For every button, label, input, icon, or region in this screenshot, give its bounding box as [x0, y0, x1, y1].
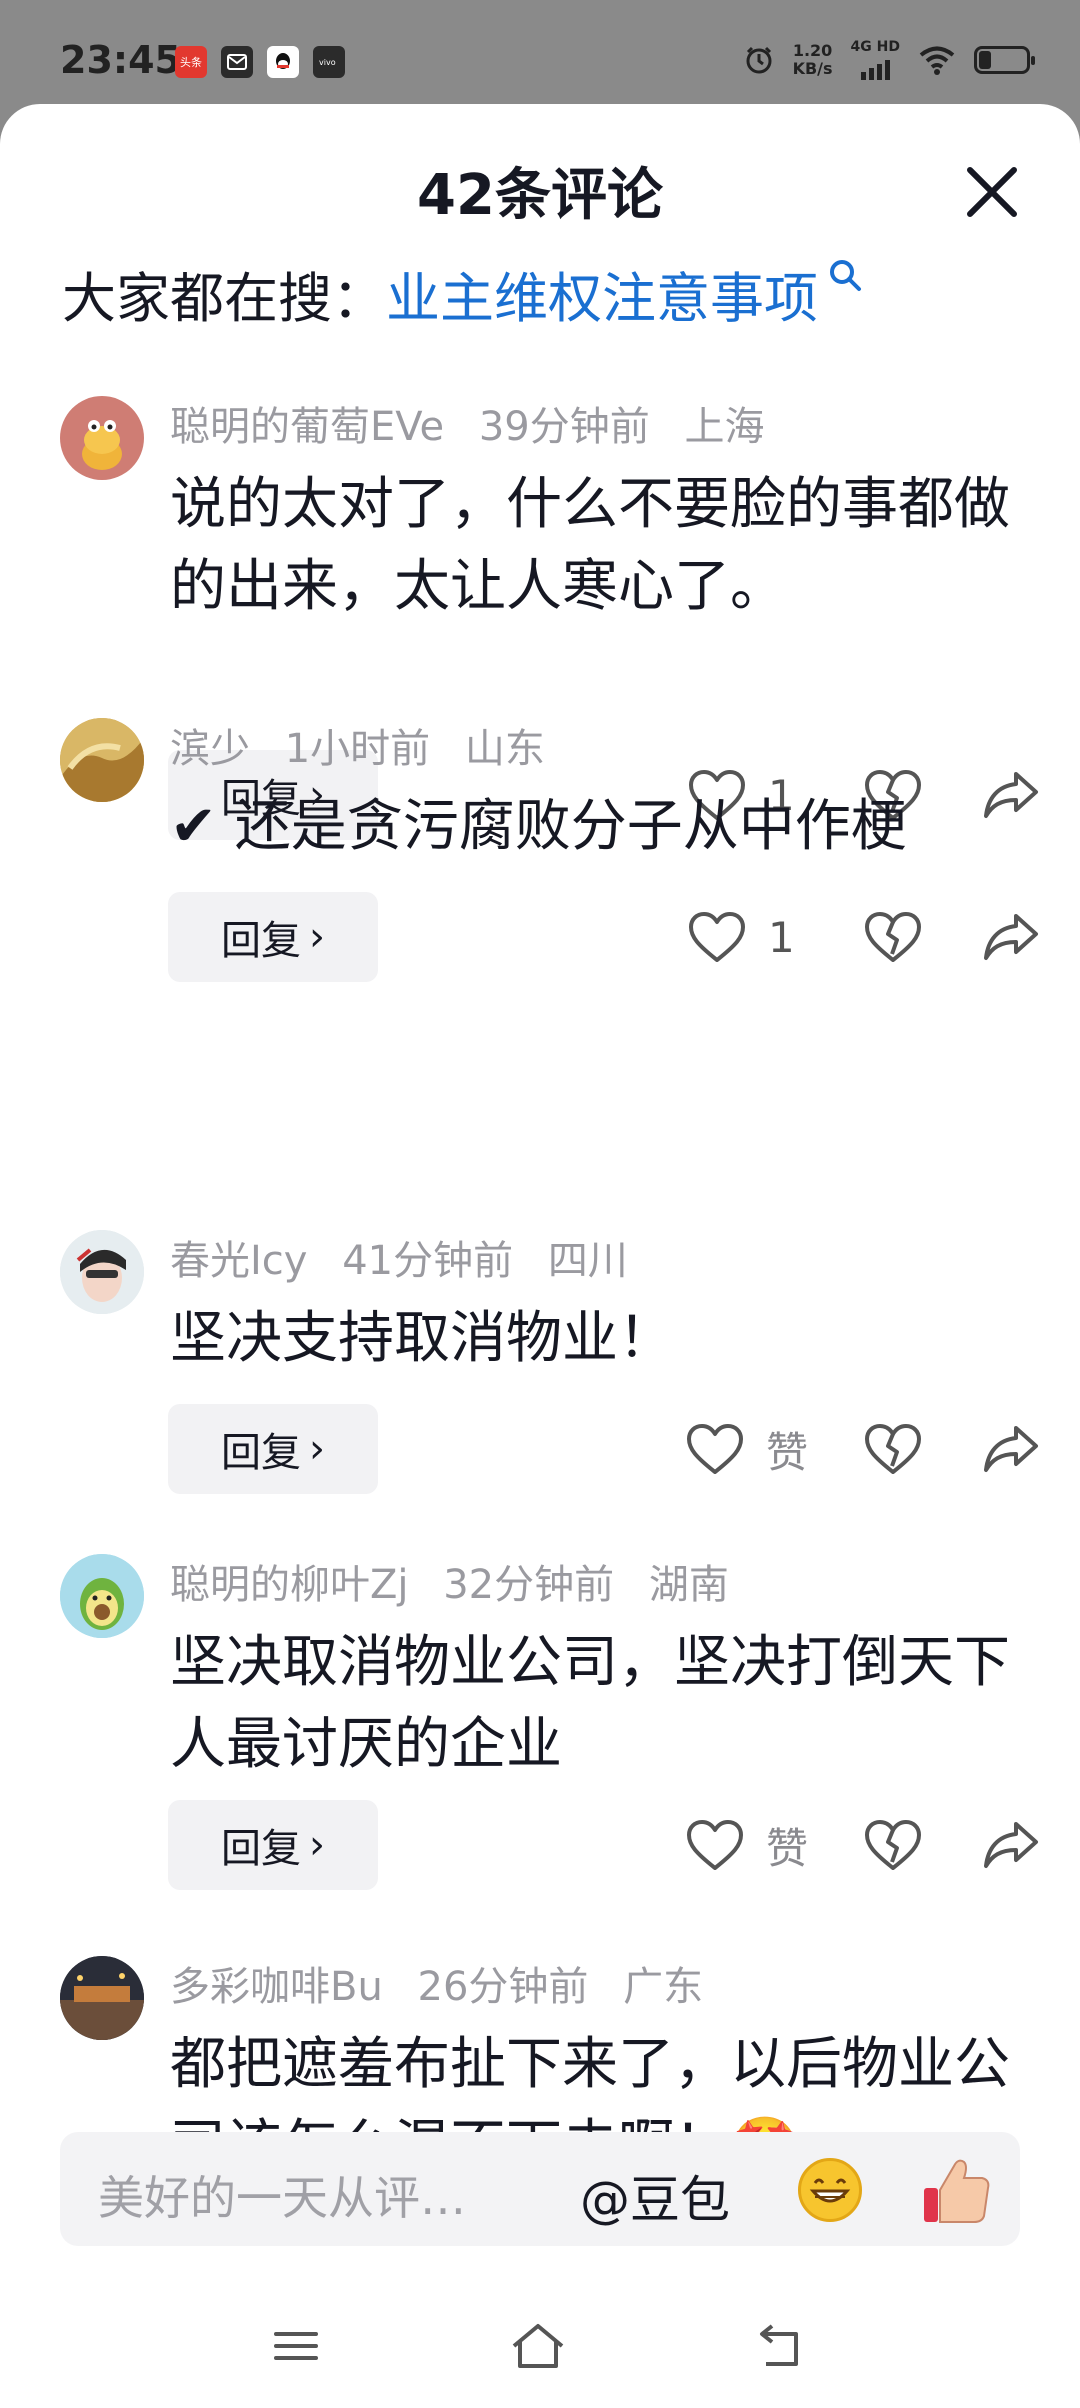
share-icon[interactable]	[982, 1424, 1040, 1474]
back-icon[interactable]	[752, 2320, 808, 2372]
comment-text[interactable]: 坚决取消物业公司，坚决打倒天下人最讨厌的企业	[170, 1622, 1010, 1786]
net-speed-unit: KB/s	[792, 59, 833, 78]
comment-meta: 聪明的葡萄EVe 39分钟前 上海	[170, 394, 786, 452]
like-count: 1	[768, 912, 795, 962]
share-icon[interactable]	[982, 912, 1040, 962]
comment-username[interactable]: 多彩咖啡Bu	[170, 1964, 383, 2010]
alarm-icon	[746, 46, 772, 74]
thumbs-up-icon[interactable]	[918, 2152, 998, 2228]
like-button[interactable]: 1	[688, 910, 808, 964]
comment-sheet: 42条评论 大家都在搜： 业主维权注意事项 聪明的葡萄EVe 39分钟前 上海 …	[0, 104, 1080, 2408]
comment-time: 39分钟前	[478, 404, 650, 450]
share-icon[interactable]	[982, 1820, 1040, 1870]
avatar[interactable]	[60, 1554, 144, 1638]
net-speed: 1.20 KB/s	[793, 42, 833, 78]
qq-icon	[267, 46, 299, 78]
chevron-right-icon: ›	[309, 914, 325, 960]
vivo-icon: vivo	[313, 46, 345, 78]
svg-text:vivo: vivo	[319, 58, 336, 67]
reply-label: 回复	[221, 1430, 301, 1476]
avatar[interactable]	[60, 1956, 144, 2040]
broken-heart-icon[interactable]	[864, 1818, 922, 1872]
comment-text[interactable]: ✔ 还是贪污腐败分子从中作梗	[170, 786, 1010, 868]
reply-label: 回复	[221, 1826, 301, 1872]
like-button[interactable]: 赞	[686, 1815, 808, 1876]
search-icon[interactable]	[826, 256, 866, 296]
grinning-emoji-icon[interactable]	[798, 2158, 862, 2222]
comment-input-placeholder[interactable]: 美好的一天从评…	[98, 2162, 466, 2228]
comment-actions: 1	[688, 892, 1040, 982]
status-app-icons: 头条 vivo	[175, 46, 345, 78]
broken-heart-icon[interactable]	[864, 1422, 922, 1476]
avatar[interactable]	[60, 1230, 144, 1314]
status-bar: 23:45 头条 vivo 1.20 KB/s 4G HD	[0, 0, 1080, 110]
at-mention-button[interactable]: @豆包	[580, 2160, 730, 2232]
comment-count-title: 42条评论	[417, 163, 663, 228]
comment-text[interactable]: 说的太对了，什么不要脸的事都做的出来，太让人寒心了。	[170, 464, 1010, 628]
avatar[interactable]	[60, 396, 144, 480]
comment-location: 上海	[684, 404, 765, 450]
toutiao-icon: 头条	[175, 46, 207, 78]
broken-heart-icon[interactable]	[864, 910, 922, 964]
comment-location: 广东	[623, 1964, 704, 2010]
heart-icon	[686, 1424, 743, 1474]
comment-actions: 赞	[686, 1404, 1040, 1494]
comment-time: 32分钟前	[443, 1562, 615, 1608]
hot-search-prefix: 大家都在搜：	[62, 267, 386, 330]
comment-time: 1小时前	[284, 726, 431, 772]
reply-label: 回复	[221, 918, 301, 964]
close-icon[interactable]	[962, 162, 1022, 222]
net-speed-value: 1.20	[792, 41, 833, 60]
reply-button[interactable]: 回复 ›	[168, 1800, 378, 1890]
comment-location: 四川	[547, 1238, 628, 1284]
hot-search-bar: 大家都在搜： 业主维权注意事项	[62, 254, 866, 333]
system-nav-bar	[0, 2300, 1080, 2408]
like-button[interactable]: 赞	[686, 1419, 808, 1480]
comment-meta: 滨少 1小时前 山东	[170, 716, 567, 774]
comment-text[interactable]: 坚决支持取消物业！	[170, 1298, 1010, 1380]
battery-icon	[974, 46, 1035, 74]
comment-time: 26分钟前	[417, 1964, 589, 2010]
like-label: 赞	[765, 1823, 808, 1873]
like-label: 赞	[765, 1427, 808, 1477]
notification-icon	[221, 46, 253, 78]
reply-button[interactable]: 回复 ›	[168, 892, 378, 982]
chevron-right-icon: ›	[309, 1426, 325, 1472]
chevron-right-icon: ›	[309, 1822, 325, 1868]
hot-search-link[interactable]: 业主维权注意事项	[386, 254, 818, 333]
network-type: 4G HD	[850, 39, 900, 55]
comment-input-bar[interactable]: 美好的一天从评… @豆包	[60, 2132, 1020, 2246]
reply-button[interactable]: 回复 ›	[168, 1404, 378, 1494]
comment-location: 山东	[464, 726, 545, 772]
status-time: 23:45	[60, 38, 181, 82]
comment-location: 湖南	[648, 1562, 729, 1608]
menu-icon[interactable]	[270, 2320, 322, 2372]
wifi-icon	[919, 46, 955, 75]
comment-username[interactable]: 春光Icy	[170, 1238, 307, 1284]
comment-username[interactable]: 聪明的葡萄EVe	[170, 404, 444, 450]
comment-meta: 多彩咖啡Bu 26分钟前 广东	[170, 1954, 725, 2012]
heart-icon	[686, 1820, 743, 1870]
status-right: 1.20 KB/s 4G HD	[743, 40, 1035, 80]
comment-username[interactable]: 滨少	[170, 726, 250, 772]
comment-meta: 聪明的柳叶Zj 32分钟前 湖南	[170, 1552, 751, 1610]
comment-actions: 赞	[686, 1800, 1040, 1890]
comment-username[interactable]: 聪明的柳叶Zj	[170, 1562, 409, 1608]
avatar[interactable]	[60, 718, 144, 802]
heart-icon	[689, 912, 745, 962]
home-icon[interactable]	[508, 2320, 568, 2372]
cell-signal-icon: 4G HD	[851, 40, 900, 80]
comment-time: 41分钟前	[342, 1238, 514, 1284]
comment-meta: 春光Icy 41分钟前 四川	[170, 1228, 650, 1286]
